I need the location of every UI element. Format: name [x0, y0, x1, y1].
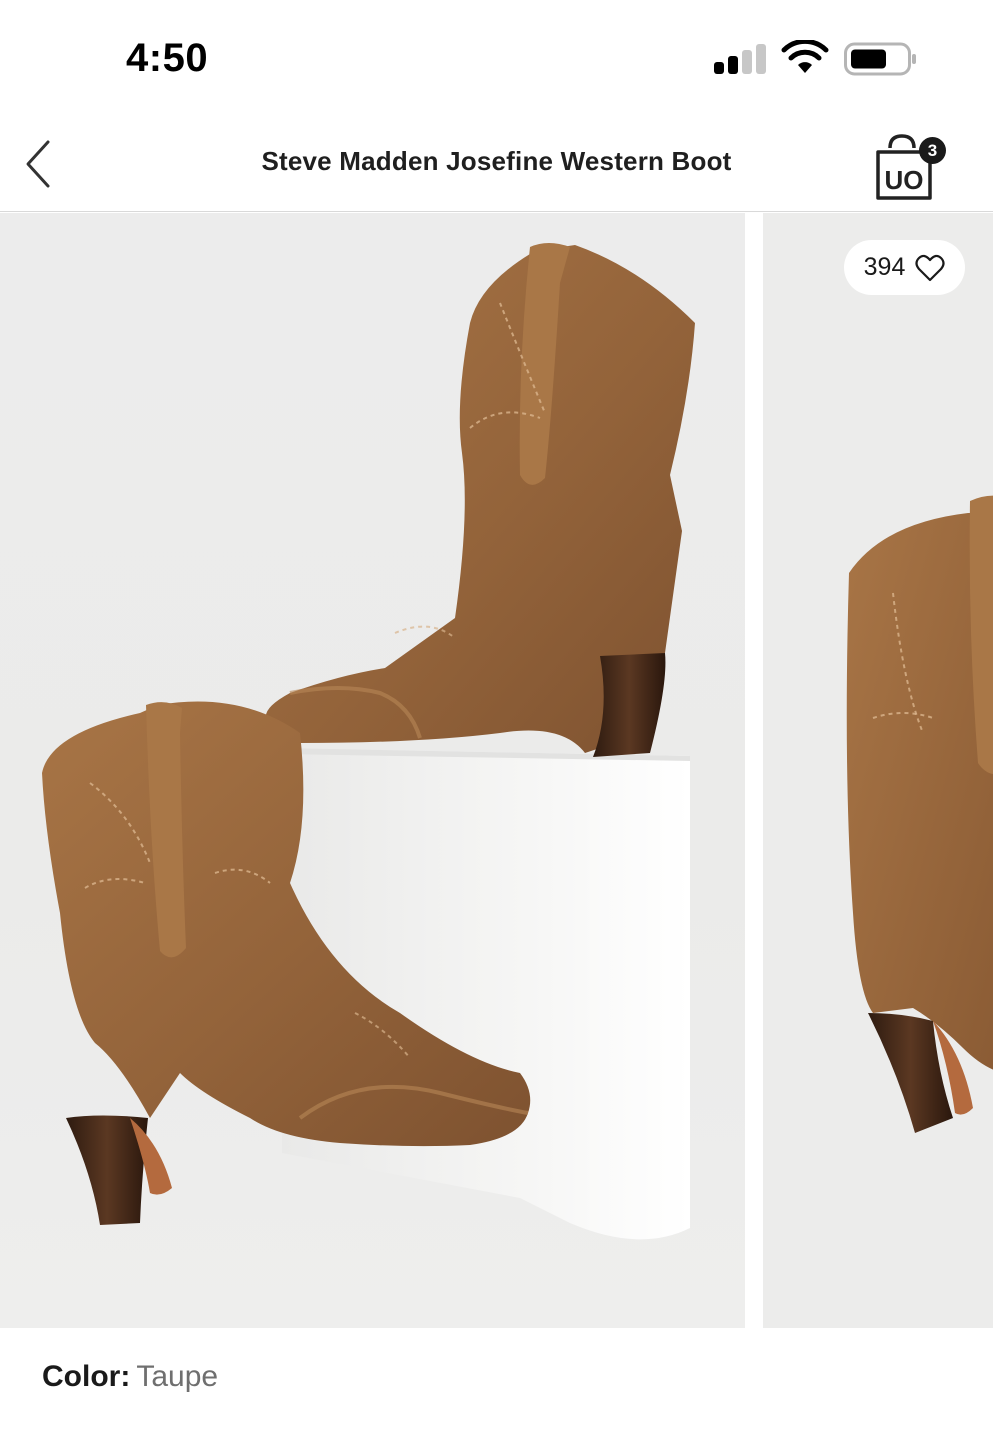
chevron-left-icon: [26, 140, 50, 188]
favorite-button[interactable]: 394: [844, 240, 965, 295]
nav-bar: Steve Madden Josefine Western Boot UO: [0, 118, 993, 212]
battery-icon: [844, 42, 916, 76]
color-selector-label: Color: Taupe: [42, 1360, 218, 1394]
status-time: 4:50: [126, 36, 209, 80]
page-title: Steve Madden Josefine Western Boot: [261, 146, 732, 176]
heart-icon: [915, 254, 945, 281]
boot-closeup-image: [846, 495, 993, 1133]
wifi-icon: [781, 40, 829, 73]
product-image-main[interactable]: [0, 213, 745, 1328]
status-bar: 4:50: [0, 0, 993, 118]
color-label: Color:: [42, 1360, 131, 1393]
back-button[interactable]: [18, 136, 62, 192]
boots-on-pedestal-image: [42, 243, 695, 1240]
product-image-next[interactable]: [763, 213, 993, 1328]
product-image-gallery[interactable]: [0, 213, 993, 1328]
cellular-signal-icon: [714, 44, 766, 74]
cart-logo: UO: [885, 165, 924, 195]
cart-count-badge: 3: [919, 137, 946, 164]
favorite-count: 394: [863, 253, 906, 281]
color-value: Taupe: [136, 1360, 219, 1393]
